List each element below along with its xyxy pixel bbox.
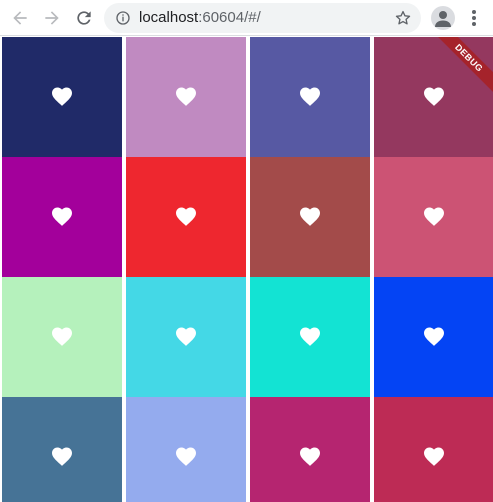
heart-icon [300,447,320,466]
color-tile[interactable] [2,157,122,277]
url-text[interactable]: localhost:60604/#/ [139,9,261,27]
color-tile[interactable] [374,157,493,277]
heart-icon [424,447,444,466]
color-tile[interactable] [374,277,493,397]
heart-icon [52,447,72,466]
color-tile[interactable] [126,277,246,397]
arrow-left-icon [13,11,27,25]
menu-button[interactable] [466,8,482,28]
color-tile[interactable] [126,157,246,277]
profile-button[interactable] [431,6,455,30]
heart-icon [176,87,196,106]
heart-icon [300,87,320,106]
star-icon[interactable] [394,9,412,27]
reload-button[interactable] [72,6,96,30]
back-button[interactable] [8,6,32,30]
heart-icon [52,327,72,346]
person-icon [435,11,451,27]
heart-icon [176,327,196,346]
url-host: localhost [139,9,199,26]
heart-icon [424,327,444,346]
color-tile[interactable] [374,37,493,157]
heart-icon [176,447,196,466]
kebab-menu-icon [472,10,476,26]
heart-icon [300,207,320,226]
heart-icon [52,87,72,106]
heart-icon [424,207,444,226]
color-tile[interactable] [250,157,370,277]
arrow-right-icon [45,11,59,25]
address-bar[interactable]: localhost:60604/#/ [104,3,421,33]
tile-grid [0,37,493,502]
reload-icon [77,11,91,25]
color-tile[interactable] [126,397,246,502]
heart-icon [176,207,196,226]
color-tile[interactable] [126,37,246,157]
color-tile[interactable] [250,277,370,397]
heart-icon [52,207,72,226]
color-tile[interactable] [2,37,122,157]
browser-toolbar: localhost:60604/#/ [0,0,493,36]
color-tile[interactable] [250,397,370,502]
heart-icon [300,327,320,346]
color-tile[interactable] [2,277,122,397]
forward-button[interactable] [40,6,64,30]
color-tile[interactable] [250,37,370,157]
heart-icon [424,87,444,106]
info-icon[interactable] [115,10,131,26]
url-port-path: :60604/#/ [198,9,261,26]
color-tile[interactable] [2,397,122,502]
color-tile[interactable] [374,397,493,502]
